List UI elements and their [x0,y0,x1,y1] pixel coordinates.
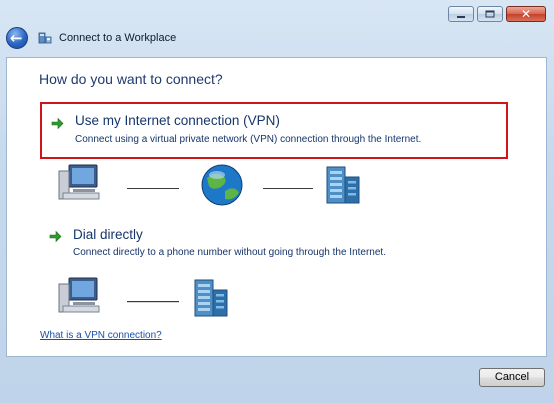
vpn-help-link[interactable]: What is a VPN connection? [40,330,162,341]
option-dial-directly[interactable]: Dial directly Connect directly to a phon… [40,227,508,270]
back-arrow-icon: ← [10,29,23,47]
computer-icon [58,164,100,200]
back-button[interactable]: ← [6,27,28,49]
footer: Cancel [0,357,554,403]
server-building-icon [194,279,228,317]
computer-icon [58,277,100,313]
close-button[interactable]: ✕ [506,6,546,22]
close-icon: ✕ [520,7,532,21]
server-building-icon [326,166,360,204]
dial-diagram [58,277,228,317]
connection-line [127,301,179,303]
connection-line [127,188,179,189]
network-wizard-icon [38,32,52,44]
option-vpn-description: Connect using a virtual private network … [75,134,422,145]
page-heading: How do you want to connect? [39,71,223,87]
window-title: Connect to a Workplace [59,32,177,44]
green-arrow-icon [51,117,64,130]
title-bar: ← Connect to a Workplace [6,25,176,51]
option-vpn-title: Use my Internet connection (VPN) [75,113,280,128]
minimize-button[interactable] [448,6,474,22]
maximize-button[interactable] [477,6,503,22]
connection-line [263,188,313,189]
cancel-button[interactable]: Cancel [479,368,545,387]
maximize-icon [485,10,495,18]
caption-buttons: ✕ [448,6,546,22]
option-dial-title: Dial directly [73,227,143,242]
content-panel: How do you want to connect? Use my Inter… [6,57,547,357]
green-arrow-icon [49,230,62,243]
option-vpn[interactable]: Use my Internet connection (VPN) Connect… [40,102,508,159]
globe-icon [201,164,243,206]
minimize-icon [457,16,465,18]
window-frame: ✕ ← Connect to a Workplace How do you wa… [0,0,554,403]
vpn-diagram [58,164,360,206]
option-dial-description: Connect directly to a phone number witho… [73,247,386,258]
